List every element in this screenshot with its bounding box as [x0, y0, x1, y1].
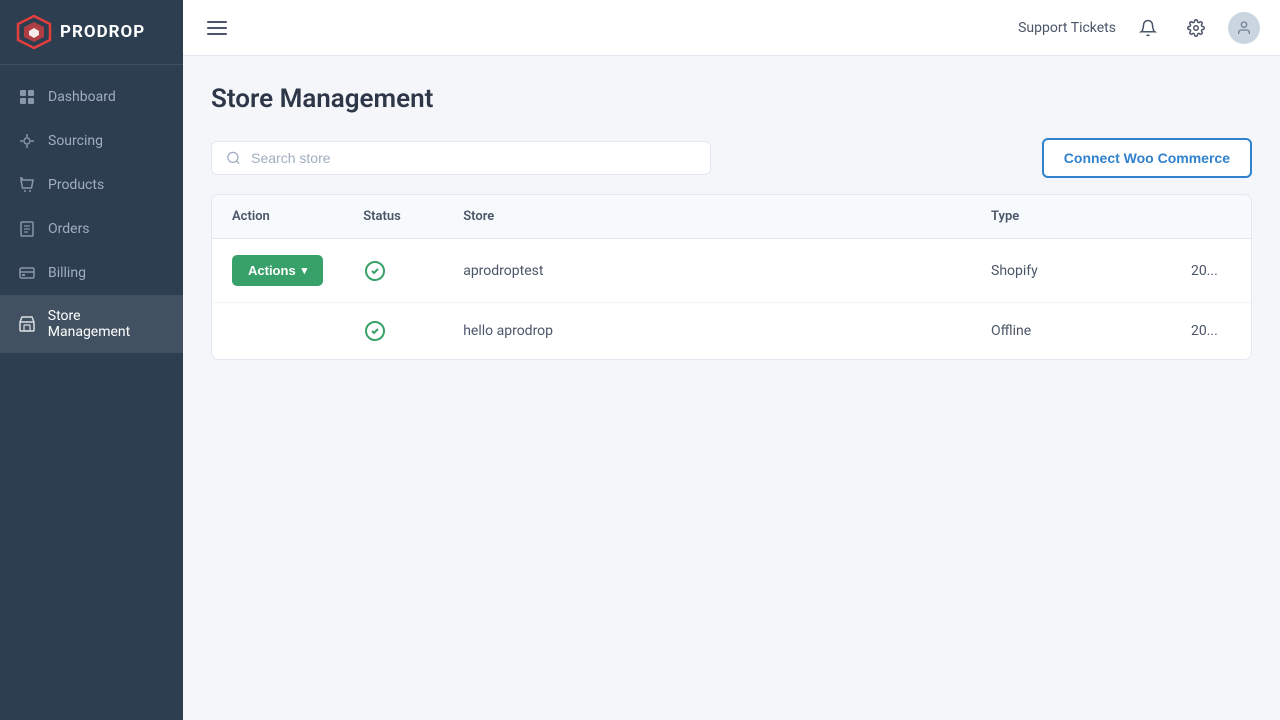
sidebar-item-dashboard[interactable]: Dashboard	[0, 75, 183, 119]
table-row: Actions ▾ aprodr	[212, 239, 1251, 303]
page-content: Store Management Connect Woo Commerce Ac…	[183, 56, 1280, 720]
actions-button-row-1[interactable]: Actions ▾	[232, 255, 323, 286]
header-left	[203, 17, 231, 39]
connect-woo-commerce-button[interactable]: Connect Woo Commerce	[1042, 138, 1252, 178]
billing-icon	[18, 264, 36, 282]
row-2-store-cell: hello aprodrop	[443, 303, 971, 360]
row-1-store-cell: aprodroptest	[443, 239, 971, 303]
column-header-date	[1171, 195, 1251, 239]
hamburger-line-1	[207, 21, 227, 23]
sidebar-item-orders[interactable]: Orders	[0, 207, 183, 251]
row-1-action-cell: Actions ▾	[212, 239, 343, 303]
hamburger-line-3	[207, 33, 227, 35]
check-circle-icon-2	[363, 319, 387, 343]
row-2-action-cell	[212, 303, 343, 360]
status-active-icon-2	[363, 319, 423, 343]
hamburger-button[interactable]	[203, 17, 231, 39]
row-2-status-cell	[343, 303, 443, 360]
support-tickets-link[interactable]: Support Tickets	[1018, 20, 1116, 36]
sidebar-label-billing: Billing	[48, 265, 86, 281]
header-right: Support Tickets	[1018, 12, 1260, 44]
logo-container: PRODROP	[0, 0, 183, 65]
table-header-row: Action Status Store Type	[212, 195, 1251, 239]
sidebar-label-products: Products	[48, 177, 104, 193]
table-header: Action Status Store Type	[212, 195, 1251, 239]
column-header-store: Store	[443, 195, 971, 239]
row-1-date-cell: 20...	[1171, 239, 1251, 303]
products-icon	[18, 176, 36, 194]
hamburger-line-2	[207, 27, 227, 29]
stores-table: Action Status Store Type Actions ▾	[212, 195, 1251, 359]
sidebar-label-dashboard: Dashboard	[48, 89, 116, 105]
search-box	[211, 141, 711, 175]
sourcing-icon	[18, 132, 36, 150]
sidebar-item-billing[interactable]: Billing	[0, 251, 183, 295]
check-circle-icon	[363, 259, 387, 283]
column-header-type: Type	[971, 195, 1171, 239]
search-icon	[226, 150, 241, 166]
user-avatar[interactable]	[1228, 12, 1260, 44]
prodrop-logo-icon	[16, 14, 52, 50]
table-body: Actions ▾ aprodr	[212, 239, 1251, 360]
gear-icon	[1187, 19, 1205, 37]
table-row: hello aprodrop Offline 20...	[212, 303, 1251, 360]
logo-text: PRODROP	[60, 22, 145, 42]
sidebar: PRODROP Dashboard Sourcing	[0, 0, 183, 720]
table-container: Action Status Store Type Actions ▾	[211, 194, 1252, 360]
page-title: Store Management	[211, 84, 1252, 114]
status-active-icon	[363, 259, 423, 283]
store-icon	[18, 315, 36, 333]
toolbar: Connect Woo Commerce	[211, 138, 1252, 178]
main-content: Support Tickets Sto	[183, 0, 1280, 720]
sidebar-item-sourcing[interactable]: Sourcing	[0, 119, 183, 163]
column-header-status: Status	[343, 195, 443, 239]
row-1-status-cell	[343, 239, 443, 303]
sidebar-label-store-management: Store Management	[48, 308, 165, 340]
sidebar-item-store-management[interactable]: Store Management	[0, 295, 183, 353]
orders-icon	[18, 220, 36, 238]
chevron-down-icon: ▾	[302, 264, 308, 277]
row-2-type-cell: Offline	[971, 303, 1171, 360]
sidebar-item-products[interactable]: Products	[0, 163, 183, 207]
sidebar-label-orders: Orders	[48, 221, 90, 237]
user-icon	[1236, 20, 1252, 36]
sidebar-label-sourcing: Sourcing	[48, 133, 103, 149]
notifications-button[interactable]	[1132, 12, 1164, 44]
dashboard-icon	[18, 88, 36, 106]
settings-button[interactable]	[1180, 12, 1212, 44]
sidebar-nav: Dashboard Sourcing Products	[0, 65, 183, 353]
actions-button-label: Actions	[248, 263, 296, 278]
row-1-type-cell: Shopify	[971, 239, 1171, 303]
bell-icon	[1139, 19, 1157, 37]
search-input[interactable]	[251, 150, 696, 166]
row-2-date-cell: 20...	[1171, 303, 1251, 360]
header: Support Tickets	[183, 0, 1280, 56]
column-header-action: Action	[212, 195, 343, 239]
